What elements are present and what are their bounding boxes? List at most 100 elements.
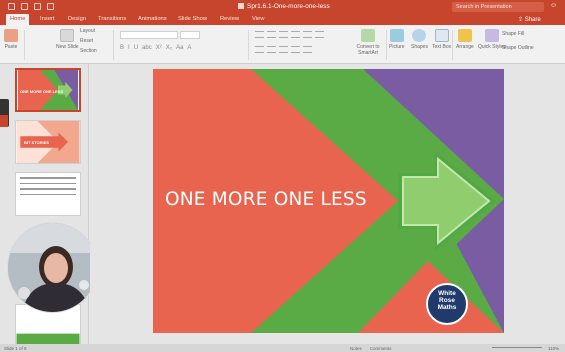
picture-label: Picture xyxy=(389,44,405,50)
text-line xyxy=(20,193,76,195)
font-size-select[interactable] xyxy=(180,31,200,39)
tab-review[interactable]: Review xyxy=(220,16,239,22)
logo-line-3: Maths xyxy=(437,303,457,311)
reset-button[interactable]: Reset xyxy=(80,38,93,44)
numbering-icon[interactable] xyxy=(267,31,276,38)
ribbon: Paste New Slide Layout Reset Section B I… xyxy=(0,25,565,64)
status-controls: Notes Comments xyxy=(350,346,392,351)
arrange-label: Arrange xyxy=(456,44,474,50)
layout-button[interactable]: Layout xyxy=(80,28,95,34)
convert-smartart-label: Convert to SmartArt xyxy=(356,44,380,56)
bullets-icon[interactable] xyxy=(255,31,264,38)
align-center-icon[interactable] xyxy=(267,46,276,53)
divider xyxy=(248,30,249,60)
notes-button[interactable]: Notes xyxy=(350,346,362,351)
slide-counter: Slide 1 of 9 xyxy=(4,345,27,351)
print-icon[interactable] xyxy=(21,3,28,10)
smiley-icon[interactable]: ☺ xyxy=(550,2,557,9)
change-case-button[interactable]: Aa xyxy=(176,45,183,51)
underline-button[interactable]: U xyxy=(134,45,138,51)
save-icon[interactable] xyxy=(8,3,15,10)
divider xyxy=(24,30,25,60)
clipboard-icon xyxy=(4,29,18,42)
justify-icon[interactable] xyxy=(291,46,300,53)
font-color-button[interactable]: A xyxy=(187,45,191,51)
quick-styles-icon xyxy=(484,29,499,42)
tab-insert[interactable]: Insert xyxy=(40,16,55,22)
italic-button[interactable]: I xyxy=(128,45,130,51)
divider xyxy=(113,30,114,60)
white-rose-maths-logo: White Rose Maths xyxy=(426,283,468,325)
ribbon-tabs: Home Insert Design Transitions Animation… xyxy=(0,14,565,25)
smartart-icon xyxy=(361,29,375,42)
shapes-icon xyxy=(412,29,427,42)
text-box-label: Text Box xyxy=(432,44,452,50)
align-right-icon[interactable] xyxy=(279,46,288,53)
webcam-overlay xyxy=(7,222,98,313)
line-spacing-icon[interactable] xyxy=(303,31,312,38)
current-slide[interactable]: ONE MORE ONE LESS White Rose Maths xyxy=(153,69,504,333)
text-direction-icon[interactable] xyxy=(303,46,312,53)
quick-access-toolbar xyxy=(8,3,54,10)
tab-animations[interactable]: Animations xyxy=(138,16,167,22)
redo-icon[interactable] xyxy=(47,3,54,10)
bold-button[interactable]: B xyxy=(120,45,124,51)
shapes-label: Shapes xyxy=(411,44,428,50)
undo-icon[interactable] xyxy=(34,3,41,10)
superscript-button[interactable]: X² xyxy=(156,45,162,51)
title-bar: Spr1.6.1-One-more-one-less Search in Pre… xyxy=(0,0,565,14)
webcam-image xyxy=(8,223,97,312)
paste-button[interactable]: Paste xyxy=(4,29,18,50)
divider xyxy=(452,30,453,60)
paste-label: Paste xyxy=(4,44,18,50)
share-label: Share xyxy=(524,17,541,23)
shape-fill-button[interactable]: Shape Fill xyxy=(502,31,524,37)
document-title: Spr1.6.1-One-more-one-less xyxy=(238,3,330,10)
tab-home[interactable]: Home xyxy=(6,14,30,25)
text-box-icon xyxy=(434,29,449,42)
share-button[interactable]: ⇪ Share xyxy=(518,16,541,23)
paragraph-row-2 xyxy=(255,46,312,53)
arrange-icon xyxy=(457,29,472,42)
paragraph-row-1 xyxy=(255,31,324,38)
status-bar: Slide 1 of 9 Notes Comments 110% xyxy=(0,344,565,352)
subscript-button[interactable]: X₂ xyxy=(166,45,172,51)
slide-title[interactable]: ONE MORE ONE LESS xyxy=(165,189,385,210)
thumbnail-2-label: BIT STORIES xyxy=(24,140,50,145)
tab-design[interactable]: Design xyxy=(68,16,86,22)
columns-icon[interactable] xyxy=(315,31,324,38)
text-box-button[interactable]: Text Box xyxy=(432,29,451,50)
text-line xyxy=(20,182,76,184)
slide-thumbnail-2[interactable]: BIT STORIES xyxy=(15,120,81,164)
text-line xyxy=(20,177,76,179)
shapes-button[interactable]: Shapes xyxy=(411,29,428,50)
new-slide-button[interactable]: New Slide xyxy=(56,29,79,50)
tab-transitions[interactable]: Transitions xyxy=(98,16,126,22)
section-button[interactable]: Section xyxy=(80,48,97,54)
powerpoint-window: Spr1.6.1-One-more-one-less Search in Pre… xyxy=(0,0,565,352)
strikethrough-button[interactable]: abc xyxy=(142,45,152,51)
indent-icon[interactable] xyxy=(279,31,288,38)
tab-slide-show[interactable]: Slide Show xyxy=(178,16,207,22)
zoom-slider[interactable] xyxy=(492,347,542,348)
picture-icon xyxy=(389,29,404,42)
new-slide-label: New Slide xyxy=(56,44,79,50)
format-buttons: B I U abc X² X₂ Aa A xyxy=(120,45,191,51)
picture-button[interactable]: Picture xyxy=(389,29,405,50)
thumbnail-1-label: ONE MORE ONE LESS xyxy=(20,89,64,94)
text-line xyxy=(20,188,76,190)
align-left-icon[interactable] xyxy=(255,46,264,53)
slide-thumbnail-3[interactable] xyxy=(15,172,81,216)
shape-outline-button[interactable]: Shape Outline xyxy=(502,45,534,51)
search-input[interactable]: Search in Presentation xyxy=(452,2,544,12)
zoom-level[interactable]: 110% xyxy=(548,346,559,351)
divider xyxy=(386,30,387,60)
comments-button[interactable]: Comments xyxy=(370,346,392,351)
convert-smartart-button[interactable]: Convert to SmartArt xyxy=(354,29,382,56)
tab-view[interactable]: View xyxy=(252,16,264,22)
slide-thumbnail-1[interactable]: ONE MORE ONE LESS xyxy=(15,68,81,112)
arrange-button[interactable]: Arrange xyxy=(456,29,474,50)
font-name-select[interactable] xyxy=(120,31,178,39)
outdent-icon[interactable] xyxy=(291,31,300,38)
presenter-tab-accent xyxy=(0,115,8,127)
